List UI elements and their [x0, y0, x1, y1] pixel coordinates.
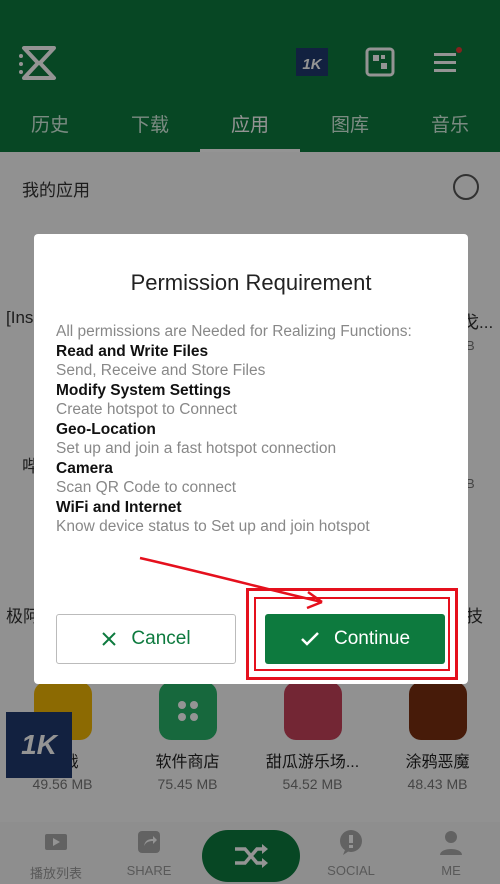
highlight-box-inner: [254, 597, 450, 671]
permission-desc: Create hotspot to Connect: [56, 401, 237, 418]
permission-desc: Set up and join a fast hotspot connectio…: [56, 440, 337, 457]
permission-title: WiFi and Internet: [56, 498, 182, 516]
close-icon: [102, 632, 117, 646]
permission-title: Geo-Location: [56, 420, 156, 438]
cancel-button[interactable]: Cancel: [56, 614, 236, 664]
cancel-label: Cancel: [131, 628, 191, 649]
permission-title: Modify System Settings: [56, 381, 231, 399]
permission-title: Read and Write Files: [56, 342, 209, 360]
permission-title: Camera: [56, 459, 113, 477]
permission-desc: Send, Receive and Store Files: [56, 362, 266, 379]
dialog-title: Permission Requirement: [130, 270, 372, 295]
permission-desc: Know device status to Set up and join ho…: [56, 518, 370, 535]
permission-desc: Scan QR Code to connect: [56, 479, 237, 496]
dialog-intro: All permissions are Needed for Realizing…: [56, 323, 412, 340]
dialog-body: All permissions are Needed for Realizing…: [56, 322, 456, 537]
